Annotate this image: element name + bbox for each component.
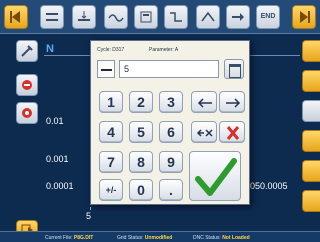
grid-status: Grid Status: Unmodified [117,235,172,241]
key-4[interactable]: 4 [99,121,123,143]
left-arrow-icon [197,98,212,108]
contour-icon[interactable] [164,5,188,29]
face-icon[interactable] [134,5,158,29]
parameter-label: Parameter: A [149,47,179,53]
numeric-keypad-dialog: Cycle: D317 Parameter: A 5 1 2 3 4 5 6 7… [90,40,250,205]
clear-key[interactable] [219,121,245,143]
right-arrow-icon [226,98,241,108]
key-2[interactable]: 2 [129,91,153,113]
y-tick-label: 0.0001 [46,181,74,191]
clear-x-icon [226,126,240,140]
left-edge-icon[interactable] [40,5,64,29]
edit-icon[interactable] [302,130,320,152]
x-axis-value: 050.0005 [250,181,288,191]
plot-axis-label: N [46,43,54,55]
dnc-value: Not Loaded [222,235,250,241]
key-3[interactable]: 3 [159,91,183,113]
checkmark-icon [195,158,237,196]
plus-minus-key[interactable]: +/- [99,179,123,201]
key-9[interactable]: 9 [159,151,183,173]
profile-arrow-icon[interactable] [72,5,96,29]
key-5[interactable]: 5 [129,121,153,143]
x-axis-value: 5 [86,211,92,221]
dnc-status: DNC Status: Not Loaded [193,235,250,241]
top-toolbar: END [0,0,320,34]
down-icon[interactable] [302,190,320,212]
key-6[interactable]: 6 [159,121,183,143]
dnc-label: DNC Status: [193,235,221,241]
file-status: Current File: P8G.DIT [45,235,93,241]
wave-icon[interactable] [104,5,128,29]
key-7[interactable]: 7 [99,151,123,173]
y-tick-label: 0.01 [46,116,64,126]
entry-row: 5 [97,59,245,81]
folder-icon[interactable] [302,70,320,92]
end-label: END [260,13,276,20]
cnc-screen: END N 0.01 0.001 0.0001 050.0005 5 Curre… [0,0,320,242]
window-icon[interactable] [224,59,244,79]
sign-button[interactable] [97,60,115,78]
graph-icon[interactable] [16,74,38,96]
grid-label: Grid Status: [117,235,144,241]
ok-button[interactable] [189,151,241,201]
file-label: Current File: [45,235,73,241]
status-bar: Current File: P8G.DIT Grid Status: Unmod… [0,231,320,242]
value-entry-field[interactable]: 5 [119,60,219,78]
cut-icon[interactable] [196,5,220,29]
end-icon[interactable]: END [256,5,280,29]
right-arrow-key[interactable] [219,91,245,113]
y-tick-label: 0.001 [46,154,69,164]
up-icon[interactable] [302,160,320,182]
backspace-key[interactable] [191,121,217,143]
dialog-header: Cycle: D317 Parameter: A [95,44,245,55]
grid-value: Unmodified [144,235,173,241]
decimal-key[interactable]: . [159,179,183,201]
settings-icon[interactable] [16,102,38,124]
key-1[interactable]: 1 [99,91,123,113]
print-icon[interactable] [302,100,320,122]
backspace-icon [196,129,213,137]
file-value: P8G.DIT [73,235,94,241]
back-arrow-icon[interactable] [4,5,28,29]
next-icon[interactable] [292,5,316,29]
arrow-icon[interactable] [226,5,250,29]
cycle-label: Cycle: D317 [97,47,125,53]
key-8[interactable]: 8 [129,151,153,173]
key-0[interactable]: 0 [129,179,153,201]
folder-icon[interactable] [302,40,320,62]
tool-icon[interactable] [16,40,38,62]
left-arrow-key[interactable] [191,91,217,113]
